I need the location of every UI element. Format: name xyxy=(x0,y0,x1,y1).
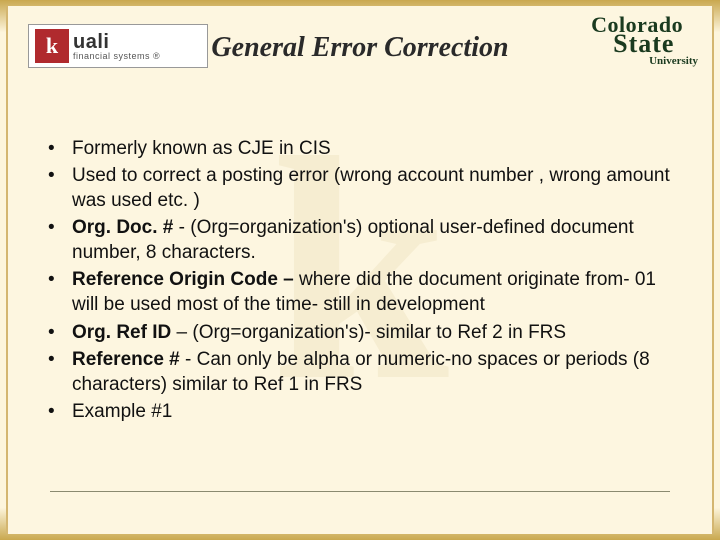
list-item: Used to correct a posting error (wrong a… xyxy=(40,163,672,213)
bullet-text: Used to correct a posting error (wrong a… xyxy=(72,165,670,211)
bullet-text: Formerly known as CJE in CIS xyxy=(72,138,331,159)
bullet-text: Example #1 xyxy=(72,401,172,422)
slide-body: k k uali financial systems ® General Err… xyxy=(6,6,714,534)
divider xyxy=(50,491,670,492)
list-item: Formerly known as CJE in CIS xyxy=(40,136,672,161)
bullet-bold: Reference # xyxy=(72,349,185,370)
bullet-bold: Org. Ref ID xyxy=(72,322,177,343)
bullet-text: – (Org=organization's)- similar to Ref 2… xyxy=(177,322,567,343)
list-item: Org. Ref ID – (Org=organization's)- simi… xyxy=(40,320,672,345)
bullet-bold: Reference Origin Code – xyxy=(72,269,299,290)
list-item: Reference # - Can only be alpha or numer… xyxy=(40,347,672,397)
csu-line2: State xyxy=(613,33,698,55)
csu-logo: Colorado State University xyxy=(591,16,698,66)
bullet-list: Formerly known as CJE in CIS Used to cor… xyxy=(40,136,672,426)
csu-line3: University xyxy=(649,57,698,66)
list-item: Example #1 xyxy=(40,399,672,424)
list-item: Reference Origin Code – where did the do… xyxy=(40,267,672,317)
header: k uali financial systems ® General Error… xyxy=(8,6,712,96)
list-item: Org. Doc. # - (Org=organization's) optio… xyxy=(40,215,672,265)
bullet-bold: Org. Doc. # xyxy=(72,217,179,238)
